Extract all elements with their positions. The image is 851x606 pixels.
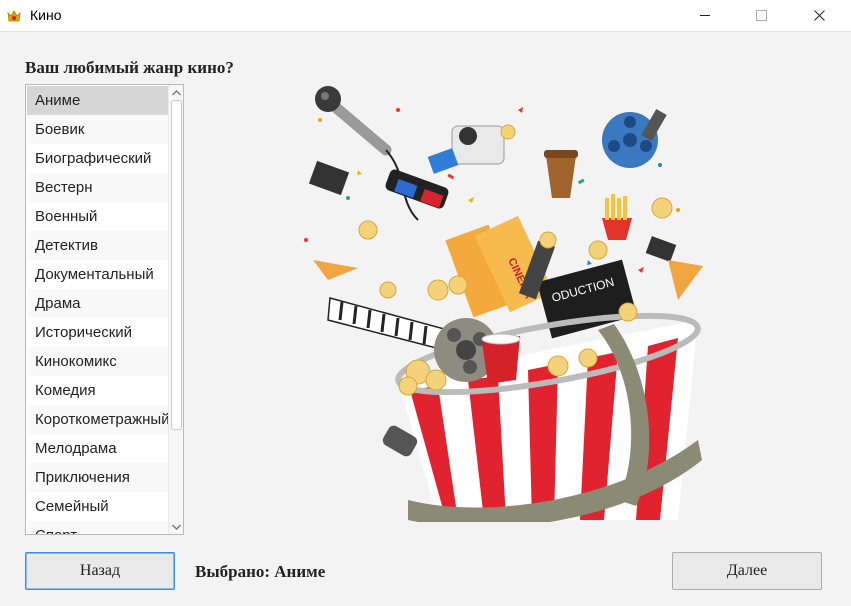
genre-list-item[interactable]: Детектив [27, 231, 168, 260]
genre-list-item[interactable]: Боевик [27, 115, 168, 144]
genre-list-item[interactable]: Вестерн [27, 173, 168, 202]
genre-list-item[interactable]: Спорт [27, 521, 168, 534]
maximize-button[interactable] [738, 0, 784, 31]
genre-list-item[interactable]: Драма [27, 289, 168, 318]
genre-list-item[interactable]: Военный [27, 202, 168, 231]
drink-cup-icon [544, 150, 578, 198]
genre-list-item[interactable]: Семейный [27, 492, 168, 521]
genre-listbox[interactable]: Аниме Боевик Биографический Вестерн Военный Д… [25, 84, 184, 535]
title-bar: Кино [0, 0, 851, 32]
genre-list-item[interactable]: Аниме [27, 86, 168, 115]
piano-keys-decoration [327, 297, 449, 351]
minimize-icon [699, 15, 710, 16]
phone-icon [645, 236, 677, 262]
scroll-thumb[interactable] [171, 100, 182, 430]
genre-list-item[interactable]: Исторический [27, 318, 168, 347]
main-window: Кино Ваш любимый жанр кино? Аниме Боевик Б… [0, 0, 851, 606]
film-reel-icon [602, 109, 667, 168]
genre-list-item[interactable]: Мелодрама [27, 434, 168, 463]
pizza-slice-icon [313, 260, 358, 280]
genre-question: Ваш любимый жанр кино? [25, 58, 234, 77]
3d-glasses-icon [385, 169, 449, 209]
genre-list-item[interactable]: Документальный [27, 260, 168, 289]
genre-list-item[interactable]: Кинокомикс [27, 347, 168, 376]
scroll-up-button[interactable] [169, 85, 183, 100]
genre-list-item[interactable]: Короткометражный [27, 405, 168, 434]
minimize-button[interactable] [682, 0, 728, 31]
chevron-down-icon [172, 524, 181, 530]
cinema-illustration: CINEMA ODUCTION [304, 86, 703, 522]
french-fries-icon [602, 194, 632, 240]
close-icon [813, 10, 825, 21]
video-camera-icon [427, 125, 505, 174]
genre-list-item[interactable]: Биографический [27, 144, 168, 173]
crown-app-icon [7, 10, 21, 22]
pizza-slice-icon [668, 260, 703, 300]
genre-list-item[interactable]: Приключения [27, 463, 168, 492]
genre-list: Аниме Боевик Биографический Вестерн Военный Д… [27, 86, 168, 534]
vertical-scrollbar[interactable] [168, 85, 183, 534]
chevron-up-icon [172, 89, 181, 95]
microphone-icon [315, 86, 419, 221]
scroll-down-button[interactable] [169, 519, 183, 534]
maximize-icon [755, 10, 767, 21]
soda-cup-icon [481, 333, 521, 384]
film-frame-icon [308, 160, 350, 196]
selected-genre-label: Выбрано: Аниме [195, 562, 326, 581]
window-title: Кино [30, 7, 62, 23]
genre-list-item[interactable]: Комедия [27, 376, 168, 405]
close-button[interactable] [796, 0, 842, 31]
next-button[interactable]: Далее [672, 552, 822, 590]
back-button[interactable]: Назад [25, 552, 175, 590]
